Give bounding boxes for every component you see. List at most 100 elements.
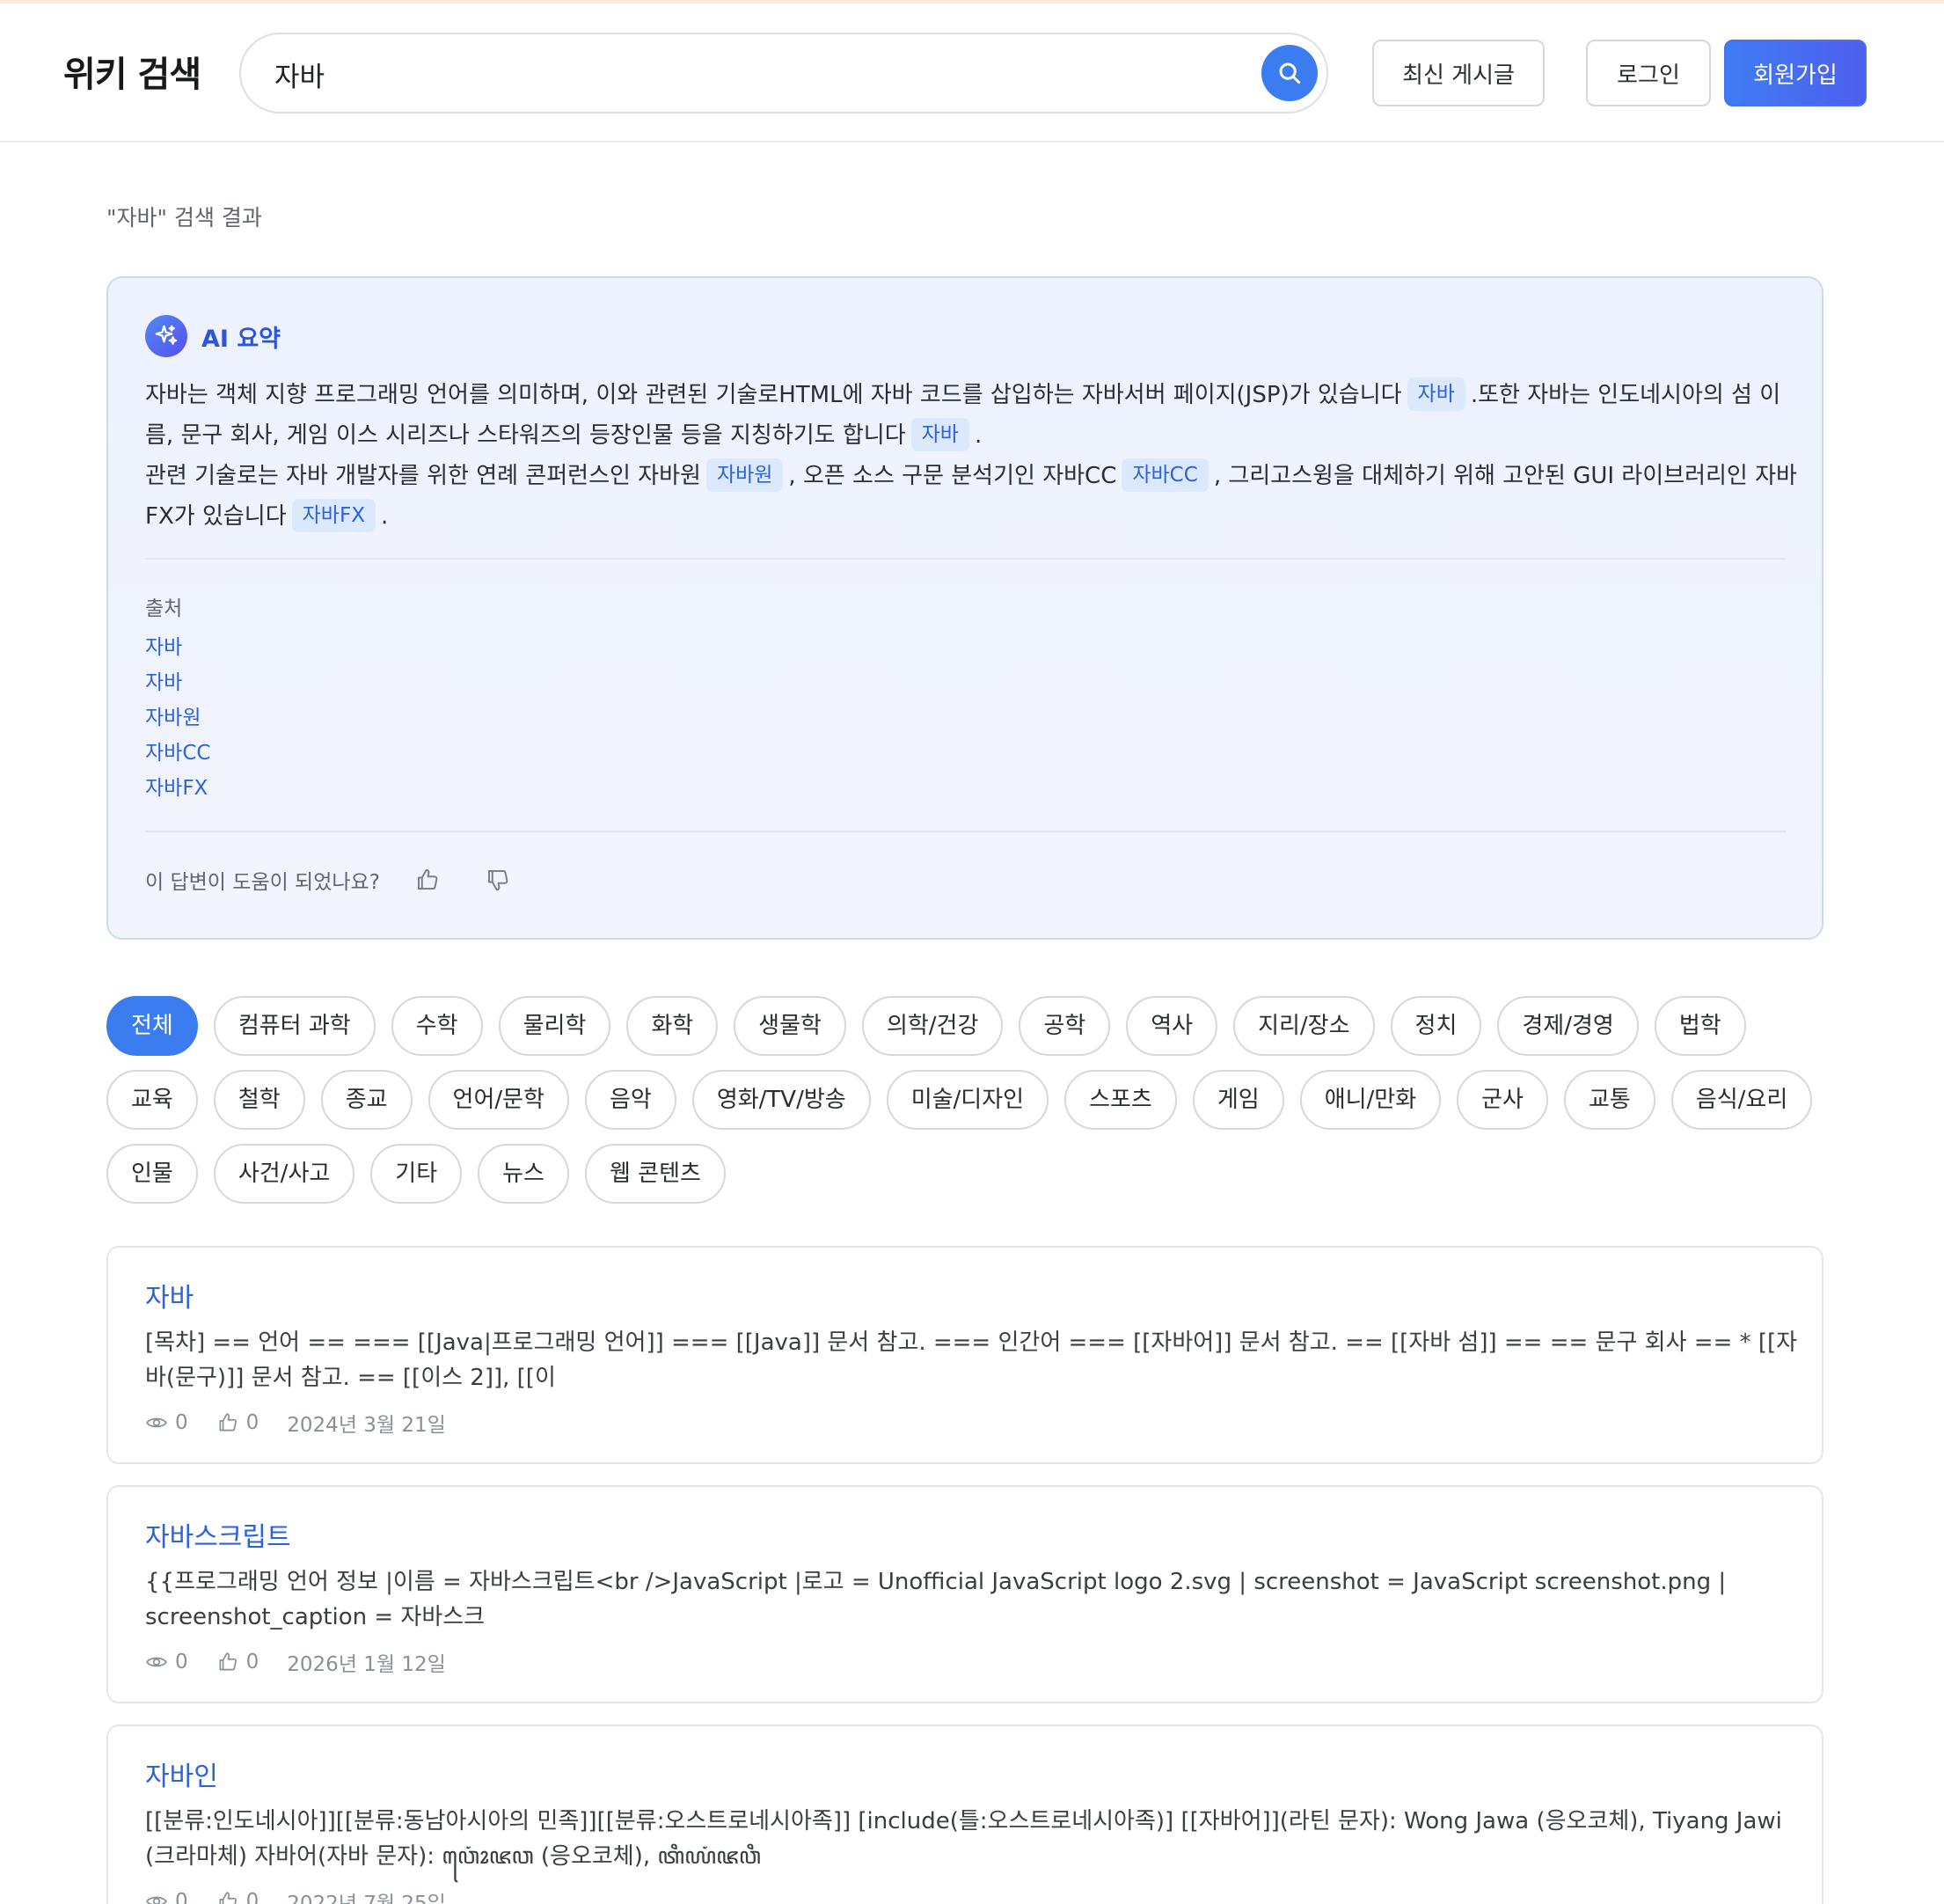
category-chip[interactable]: 애니/만화	[1299, 1070, 1442, 1130]
category-chip[interactable]: 인물	[106, 1144, 198, 1204]
summary-text: .	[380, 503, 389, 530]
category-chip[interactable]: 종교	[320, 1070, 413, 1130]
view-count: 0	[145, 1411, 188, 1434]
category-chip[interactable]: 지리/장소	[1233, 996, 1375, 1056]
like-count: 0	[216, 1651, 259, 1673]
thumbs-up-icon	[219, 1413, 237, 1432]
ai-summary-panel: AI 요약 자바는 객체 지향 프로그래밍 언어를 의미하며, 이와 관련된 기…	[106, 276, 1823, 940]
feedback-question: 이 답변이 도움이 되었나요?	[145, 871, 380, 894]
citation-chip[interactable]: 자바원	[705, 458, 784, 492]
view-count-value: 0	[175, 1890, 188, 1904]
category-chip[interactable]: 기타	[370, 1144, 463, 1204]
thumbs-up-icon	[417, 868, 438, 890]
like-count: 0	[216, 1890, 259, 1904]
thumbs-up-icon	[219, 1652, 237, 1671]
category-chip[interactable]: 의학/건강	[861, 996, 1004, 1056]
eye-icon	[146, 1417, 167, 1428]
site-logo[interactable]: 위키 검색	[63, 46, 201, 97]
category-chip[interactable]: 언어/문학	[428, 1070, 569, 1130]
ai-summary-paragraph: 자바는 객체 지향 프로그래밍 언어를 의미하며, 이와 관련된 기술로HTML…	[145, 375, 1799, 456]
category-chip[interactable]: 뉴스	[478, 1144, 569, 1204]
citation-chip[interactable]: 자바	[1407, 377, 1465, 411]
view-count-value: 0	[175, 1411, 188, 1434]
category-chip-active[interactable]: 전체	[106, 996, 198, 1056]
result-snippet: [[분류:인도네시아]][[분류:동남아시아의 민족]][[분류:오스트로네시아…	[145, 1808, 1782, 1870]
category-chip[interactable]: 영화/TV/방송	[691, 1070, 871, 1130]
category-chip[interactable]: 음식/요리	[1670, 1070, 1813, 1130]
result-title-link[interactable]: 자바인	[145, 1754, 218, 1793]
category-chip[interactable]: 교육	[106, 1070, 198, 1130]
search-result-card: 자바인 [[분류:인도네시아]][[분류:동남아시아의 민족]][[분류:오스트…	[106, 1725, 1823, 1904]
login-button[interactable]: 로그인	[1586, 40, 1711, 106]
divider	[145, 558, 1787, 560]
search-button[interactable]	[1261, 45, 1318, 101]
category-chip[interactable]: 게임	[1192, 1070, 1284, 1130]
summary-text: .	[974, 422, 983, 449]
search-bar	[239, 33, 1328, 114]
category-chip[interactable]: 물리학	[498, 996, 611, 1056]
citation-chip[interactable]: 자바	[910, 417, 969, 451]
ai-summary-text: 자바는 객체 지향 프로그래밍 언어를 의미하며, 이와 관련된 기술로HTML…	[145, 375, 1799, 537]
category-chip[interactable]: 교통	[1563, 1070, 1655, 1130]
result-title-link[interactable]: 자바스크립트	[145, 1515, 291, 1554]
thumbs-up-button[interactable]	[410, 862, 445, 897]
citation-chip[interactable]: 자바CC	[1122, 458, 1209, 492]
category-chip[interactable]: 경제/경영	[1497, 996, 1639, 1056]
result-date: 2024년 3월 21일	[287, 1414, 446, 1437]
search-result-label: "자바" 검색 결과	[106, 205, 262, 231]
search-result-card: 자바스크립트 {{프로그래밍 언어 정보 |이름 = 자바스크립트<br />J…	[106, 1485, 1823, 1703]
thumbs-down-icon	[487, 870, 508, 891]
like-count-value: 0	[245, 1651, 259, 1673]
ai-summary-title: AI 요약	[201, 325, 281, 353]
source-link[interactable]: 자바	[145, 630, 210, 665]
sparkle-icon	[145, 315, 187, 357]
summary-text: , 오픈 소스 구문 분석기인 자바CC	[788, 463, 1117, 489]
category-chip[interactable]: 군사	[1457, 1070, 1548, 1130]
category-chip[interactable]: 공학	[1019, 996, 1111, 1056]
source-link[interactable]: 자바CC	[145, 736, 210, 771]
result-meta: 0 0 2026년 1월 12일	[145, 1647, 474, 1677]
category-chip[interactable]: 미술/디자인	[886, 1070, 1049, 1130]
feedback-row: 이 답변이 도움이 되었나요?	[145, 862, 515, 897]
category-chip[interactable]: 스포츠	[1064, 1070, 1177, 1130]
source-link[interactable]: 자바원	[145, 700, 210, 736]
category-chip[interactable]: 생물학	[734, 996, 846, 1056]
search-result-card: 자바 [목차] == 언어 == === [[Java|프로그래밍 언어]] =…	[106, 1246, 1823, 1464]
category-chip[interactable]: 사건/사고	[213, 1144, 355, 1204]
thumbs-down-button[interactable]	[480, 862, 515, 897]
like-count-value: 0	[245, 1411, 259, 1434]
category-chip[interactable]: 정치	[1390, 996, 1482, 1056]
category-filter: 전체 컴퓨터 과학 수학 물리학 화학 생물학 의학/건강 공학 역사 지리/장…	[106, 996, 1848, 1218]
signup-button[interactable]: 회원가입	[1724, 40, 1867, 106]
source-link[interactable]: 자바	[145, 665, 210, 700]
ai-summary-header: AI 요약	[145, 315, 281, 357]
source-link[interactable]: 자바FX	[145, 771, 210, 806]
category-chip[interactable]: 역사	[1126, 996, 1218, 1056]
category-chip[interactable]: 컴퓨터 과학	[213, 996, 376, 1056]
summary-text: 자바는 객체 지향 프로그래밍 언어를 의미하며, 이와 관련된 기술로HTML…	[145, 382, 1402, 408]
eye-icon	[146, 1657, 167, 1667]
like-count-value: 0	[245, 1890, 259, 1904]
thumbs-up-icon	[219, 1892, 237, 1904]
category-chip[interactable]: 음악	[584, 1070, 676, 1130]
header: 위키 검색 최신 게시글 로그인 회원가입	[0, 4, 1944, 143]
view-count-value: 0	[175, 1651, 188, 1673]
category-chip[interactable]: 웹 콘텐츠	[584, 1144, 726, 1204]
like-count: 0	[216, 1411, 259, 1434]
summary-text: 관련 기술로는 자바 개발자를 위한 연례 콘퍼런스인 자바원	[145, 463, 701, 489]
sources-label: 출처	[145, 597, 183, 620]
result-meta: 0 0 2022년 7월 25일	[145, 1886, 474, 1904]
result-title-link[interactable]: 자바	[145, 1276, 194, 1314]
divider	[145, 831, 1787, 832]
category-chip[interactable]: 법학	[1654, 996, 1746, 1056]
category-chip[interactable]: 철학	[213, 1070, 305, 1130]
recent-posts-button[interactable]: 최신 게시글	[1372, 40, 1545, 106]
result-date: 2026년 1월 12일	[287, 1653, 446, 1676]
result-snippet: [목차] == 언어 == === [[Java|프로그래밍 언어]] === …	[145, 1329, 1798, 1391]
search-input[interactable]	[274, 52, 1154, 96]
result-date: 2022년 7월 25일	[287, 1893, 446, 1904]
result-snippet: {{프로그래밍 언어 정보 |이름 = 자바스크립트<br />JavaScri…	[145, 1569, 1727, 1630]
category-chip[interactable]: 화학	[626, 996, 719, 1056]
category-chip[interactable]: 수학	[391, 996, 483, 1056]
citation-chip[interactable]: 자바FX	[291, 498, 376, 532]
